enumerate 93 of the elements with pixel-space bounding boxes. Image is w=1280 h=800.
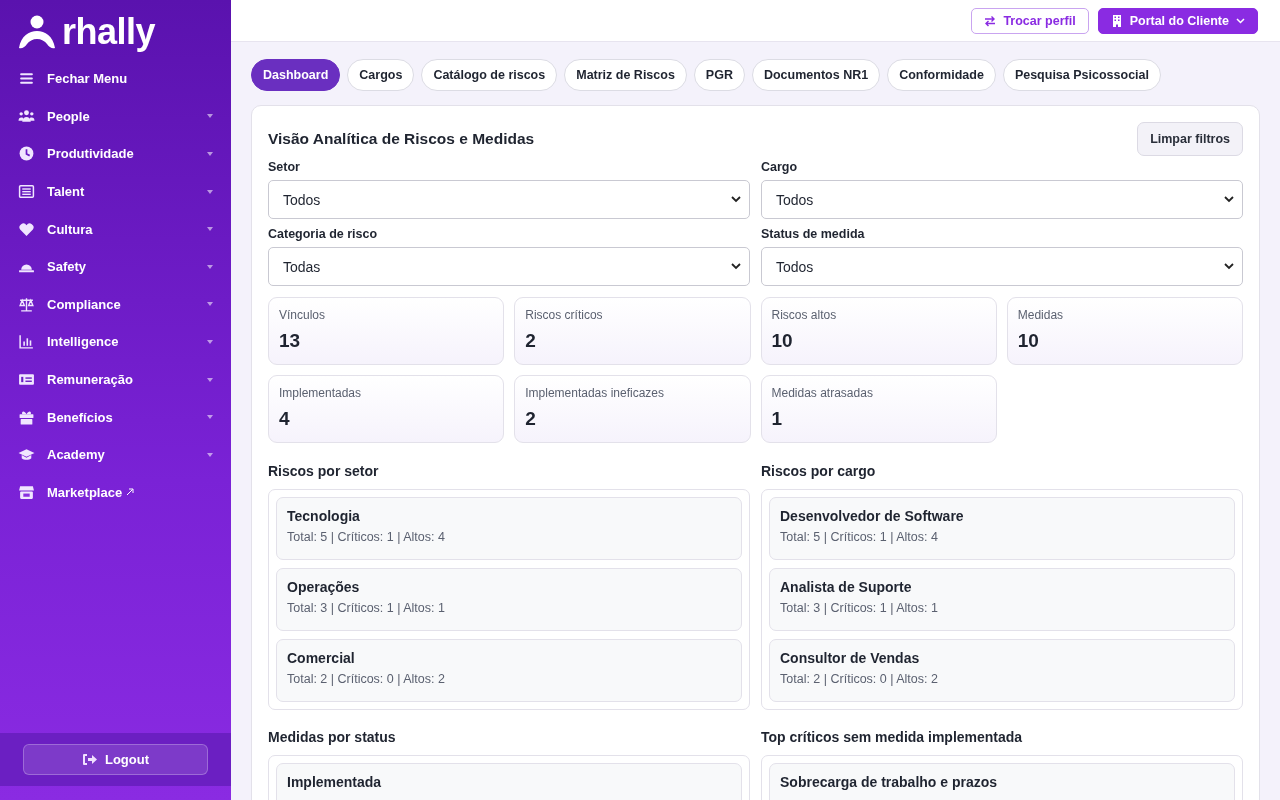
stat-value: 2 — [525, 408, 537, 430]
panel-title: Visão Analítica de Riscos e Medidas — [268, 130, 535, 148]
people-icon — [18, 107, 35, 125]
external-link-icon — [126, 488, 135, 497]
scale-icon — [18, 295, 35, 313]
sidebar-item[interactable]: Academy — [0, 435, 231, 474]
filter-label: Setor — [268, 160, 301, 174]
tab[interactable]: Catálogo de riscos — [421, 59, 558, 91]
logout-icon — [81, 753, 97, 766]
item-detail: Total: 5 | Críticos: 1 | Altos: 4 — [287, 530, 446, 544]
stat-label: Medidas — [1017, 308, 1065, 322]
tab[interactable]: Conformidade — [887, 59, 996, 91]
chevron-down-icon — [731, 263, 741, 270]
caret-icon — [207, 152, 213, 156]
tab[interactable]: Matriz de Riscos — [564, 59, 687, 91]
stat-label: Vínculos — [279, 308, 327, 322]
sidebar-item[interactable]: Benefícios — [0, 398, 231, 436]
item-name: Comercial — [287, 650, 356, 666]
switch-profile-button[interactable]: Trocar perfil — [971, 7, 1089, 34]
item-name: Tecnologia — [287, 508, 361, 524]
chevron-down-icon — [1236, 17, 1245, 24]
filter-label: Cargo — [761, 160, 799, 174]
sidebar-item[interactable]: Marketplace — [0, 473, 231, 512]
item-name: Sobrecarga de trabalho e prazos — [780, 774, 999, 790]
stat-label: Riscos altos — [771, 308, 838, 322]
sidebar-item[interactable]: People — [0, 97, 231, 136]
dropdown-field[interactable]: Todos — [268, 180, 750, 219]
stat-value: 2 — [525, 330, 537, 352]
stat-value: 10 — [1017, 330, 1040, 352]
swap-icon — [984, 14, 997, 27]
stat-label: Medidas atrasadas — [771, 386, 874, 400]
sidebar-item[interactable]: Remuneração — [0, 360, 231, 399]
item-detail: Total: 3 | Críticos: 1 | Altos: 1 — [780, 601, 939, 615]
caret-icon — [207, 339, 213, 344]
tab[interactable]: Documentos NR1 — [751, 59, 881, 91]
clock-icon — [18, 145, 35, 163]
stat-value: 4 — [279, 408, 291, 430]
heart-icon — [18, 220, 35, 238]
stat-label: Implementadas ineficazes — [525, 386, 665, 400]
sidebar-item[interactable]: Compliance — [0, 285, 231, 324]
stat-value: 10 — [771, 330, 794, 352]
item-detail: Total: 2 | Críticos: 0 | Altos: 2 — [780, 672, 939, 686]
item-name: Analista de Suporte — [780, 579, 913, 595]
logo-icon — [18, 14, 56, 50]
dropdown-field[interactable]: Todas — [268, 247, 750, 286]
bar-chart-icon — [18, 333, 35, 351]
filter-label: Categoria de risco — [268, 227, 379, 241]
dropdown-field[interactable]: Todos — [761, 247, 1243, 286]
sidebar-item[interactable]: Fechar Menu — [0, 60, 231, 98]
item-detail: Total: 3 | Críticos: 1 | Altos: 1 — [287, 601, 446, 615]
store-icon — [18, 483, 35, 501]
section-title: Riscos por setor — [268, 463, 380, 479]
logout-button[interactable]: Logout — [23, 744, 208, 775]
dropdown-field[interactable]: Todos — [761, 180, 1243, 219]
caret-icon — [207, 264, 213, 269]
list-icon — [18, 183, 35, 201]
sidebar-item[interactable]: Safety — [0, 247, 231, 286]
sidebar-item[interactable]: Produtividade — [0, 135, 231, 173]
tab[interactable]: Dashboard — [251, 59, 341, 91]
section-title: Medidas por status — [268, 729, 397, 745]
caret-icon — [207, 189, 213, 194]
caret-icon — [207, 114, 213, 119]
section-title: Riscos por cargo — [761, 463, 877, 479]
caret-icon — [207, 415, 213, 420]
tab[interactable]: PGR — [693, 59, 745, 91]
section-title: Top críticos sem medida implementada — [761, 729, 1024, 745]
chevron-down-icon — [731, 196, 741, 203]
tab[interactable]: Pesquisa Psicossocial — [1002, 59, 1161, 91]
stat-label: Riscos críticos — [525, 308, 604, 322]
caret-icon — [207, 227, 213, 232]
clear-filters-button[interactable]: Limpar filtros — [1137, 122, 1243, 156]
sidebar-item[interactable]: Intelligence — [0, 323, 231, 361]
stat-value: 13 — [279, 330, 302, 352]
caret-icon — [207, 452, 213, 457]
caret-icon — [207, 377, 213, 382]
caret-icon — [207, 302, 213, 307]
item-name: Consultor de Vendas — [780, 650, 921, 666]
portal-dropdown-button[interactable]: Portal do Cliente — [1097, 7, 1258, 34]
item-name: Implementada — [287, 774, 383, 790]
building-icon — [1110, 14, 1123, 27]
stat-label: Implementadas — [279, 386, 363, 400]
logo-text: rhally — [62, 12, 156, 52]
item-detail: Total: 5 | Críticos: 1 | Altos: 4 — [780, 530, 939, 544]
tab[interactable]: Cargos — [347, 59, 415, 91]
item-name: Desenvolvedor de Software — [780, 508, 965, 524]
chevron-down-icon — [1224, 196, 1234, 203]
stat-value: 1 — [771, 408, 784, 430]
sidebar-item[interactable]: Cultura — [0, 210, 231, 248]
item-name: Operações — [287, 579, 361, 595]
filter-label: Status de medida — [761, 227, 866, 241]
chevron-down-icon — [1224, 263, 1234, 270]
sidebar-item[interactable]: Talent — [0, 172, 231, 211]
item-detail: Total: 2 | Críticos: 0 | Altos: 2 — [287, 672, 446, 686]
